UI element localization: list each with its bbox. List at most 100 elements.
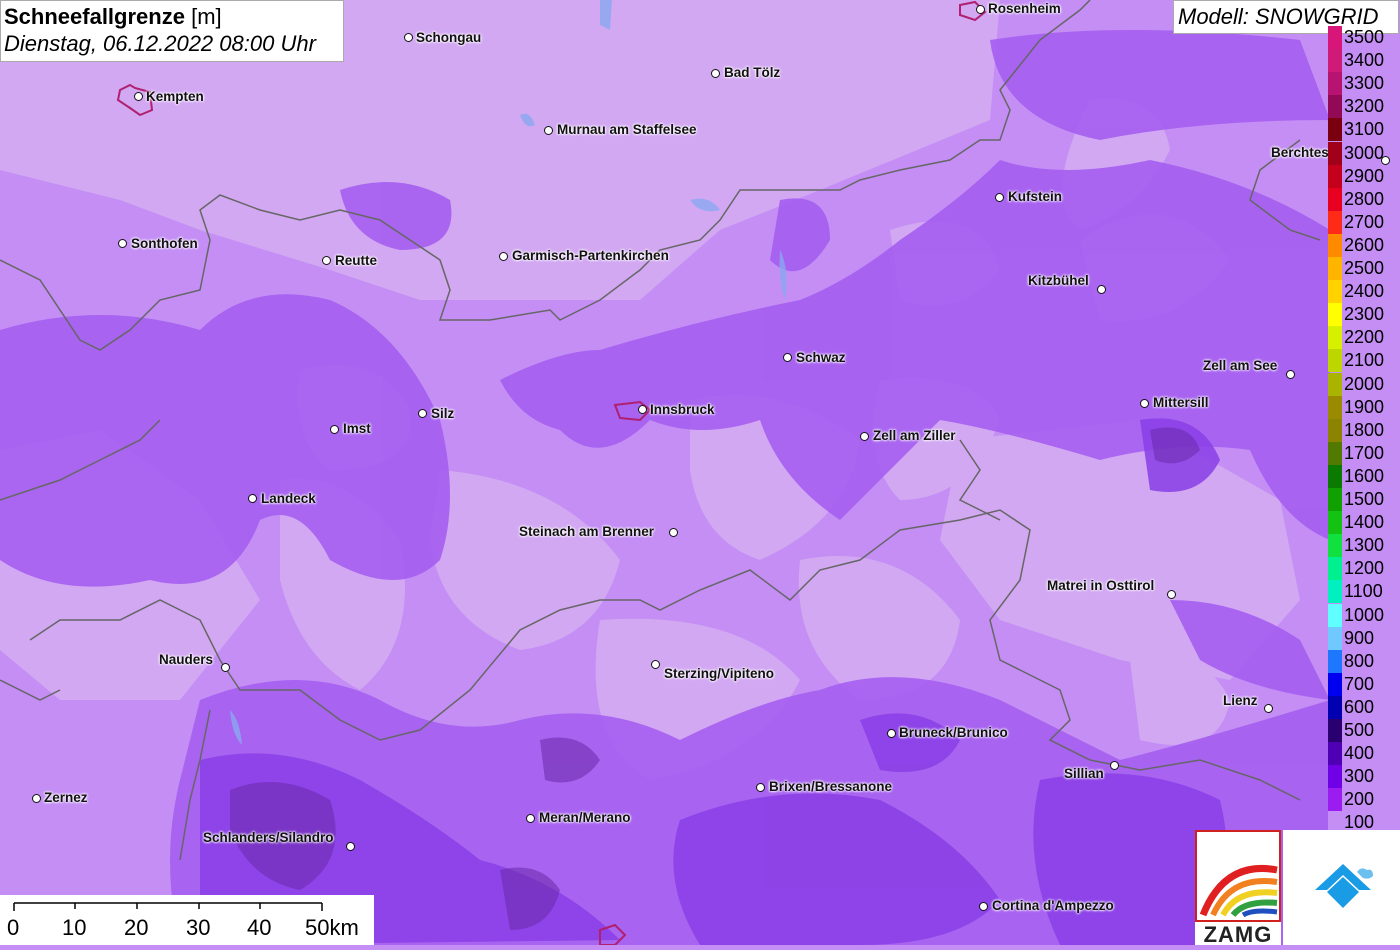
legend-entry: 1100 bbox=[1328, 580, 1400, 604]
city-label-brixen[interactable]: Brixen/Bressanone bbox=[769, 779, 892, 795]
city-label-berchtesgaden[interactable]: Berchtes bbox=[1271, 145, 1329, 161]
legend-label: 2700 bbox=[1344, 211, 1385, 232]
legend-swatch bbox=[1328, 233, 1342, 257]
legend-swatch bbox=[1328, 626, 1342, 650]
legend-swatch bbox=[1328, 395, 1342, 419]
legend-label: 3500 bbox=[1344, 27, 1385, 47]
legend-label: 2400 bbox=[1344, 281, 1385, 302]
legend-swatch bbox=[1328, 26, 1342, 49]
city-label-silz[interactable]: Silz bbox=[431, 406, 454, 422]
legend-swatch bbox=[1328, 534, 1342, 558]
map-datetime: Dienstag, 06.12.2022 08:00 Uhr bbox=[4, 31, 316, 56]
legend-entry: 2800 bbox=[1328, 187, 1400, 211]
legend-label: 1400 bbox=[1344, 512, 1385, 533]
city-label-steinach[interactable]: Steinach am Brenner bbox=[519, 524, 654, 540]
city-label-imst[interactable]: Imst bbox=[343, 421, 371, 437]
legend-swatch bbox=[1328, 488, 1342, 511]
city-marker bbox=[1140, 399, 1149, 408]
legend-entry: 400 bbox=[1328, 742, 1400, 766]
legend-label: 400 bbox=[1344, 743, 1375, 764]
legend-swatch bbox=[1328, 742, 1342, 766]
map-title: Schneefallgrenze [m] bbox=[4, 4, 343, 30]
city-label-landeck[interactable]: Landeck bbox=[261, 491, 316, 507]
city-label-mittersill[interactable]: Mittersill bbox=[1153, 395, 1209, 411]
legend-label: 1800 bbox=[1344, 419, 1385, 440]
legend-swatch bbox=[1328, 695, 1342, 719]
city-marker bbox=[995, 193, 1004, 202]
city-label-kempten[interactable]: Kempten bbox=[146, 89, 204, 105]
legend-label: 700 bbox=[1344, 673, 1375, 694]
legend-label: 3300 bbox=[1344, 73, 1385, 94]
city-marker bbox=[134, 92, 143, 101]
city-marker bbox=[404, 33, 413, 42]
city-label-cortina[interactable]: Cortina d'Ampezzo bbox=[992, 898, 1114, 914]
city-marker bbox=[979, 902, 988, 911]
map-title-box: Schneefallgrenze [m] Dienstag, 06.12.202… bbox=[0, 0, 344, 62]
legend-swatch bbox=[1328, 257, 1342, 280]
legend-entry: 900 bbox=[1328, 626, 1400, 650]
city-label-schongau[interactable]: Schongau bbox=[416, 30, 481, 46]
legend-entry: 1400 bbox=[1328, 511, 1400, 535]
city-label-zernez[interactable]: Zernez bbox=[44, 790, 88, 806]
legend-swatch bbox=[1328, 303, 1342, 327]
city-marker bbox=[526, 814, 535, 823]
city-marker bbox=[887, 729, 896, 738]
legend-entry: 3500 bbox=[1328, 26, 1400, 49]
legend-swatch bbox=[1328, 580, 1342, 604]
legend-entry: 2700 bbox=[1328, 210, 1400, 234]
legend-entry: 1900 bbox=[1328, 395, 1400, 419]
city-label-kufstein[interactable]: Kufstein bbox=[1008, 189, 1062, 205]
legend-swatch bbox=[1328, 164, 1342, 188]
legend-label: 2100 bbox=[1344, 350, 1385, 371]
city-label-sterzing[interactable]: Sterzing/Vipiteno bbox=[664, 666, 774, 682]
city-label-schwaz[interactable]: Schwaz bbox=[796, 350, 846, 366]
city-label-reutte[interactable]: Reutte bbox=[335, 253, 377, 269]
city-label-bruneck[interactable]: Bruneck/Brunico bbox=[899, 725, 1008, 741]
zamg-logo[interactable]: ZAMG bbox=[1195, 830, 1281, 947]
scale-tick-10: 10 bbox=[62, 915, 87, 940]
legend-label: 800 bbox=[1344, 650, 1375, 671]
partner-logo[interactable] bbox=[1283, 830, 1400, 945]
legend-label: 500 bbox=[1344, 720, 1375, 740]
legend-swatch bbox=[1328, 349, 1342, 373]
legend-swatch bbox=[1328, 511, 1342, 535]
city-marker bbox=[418, 409, 427, 418]
legend-entry: 800 bbox=[1328, 649, 1400, 673]
city-label-sillian[interactable]: Sillian bbox=[1064, 766, 1104, 782]
legend-swatch bbox=[1328, 603, 1342, 627]
city-label-schlanders[interactable]: Schlanders/Silandro bbox=[203, 830, 334, 846]
city-label-meran[interactable]: Meran/Merano bbox=[539, 810, 631, 826]
city-label-nauders[interactable]: Nauders bbox=[159, 652, 213, 668]
legend-swatch bbox=[1328, 372, 1342, 396]
legend-swatch bbox=[1328, 441, 1342, 465]
legend-label: 1900 bbox=[1344, 396, 1385, 417]
legend-entry: 1800 bbox=[1328, 418, 1400, 442]
legend-swatch bbox=[1328, 672, 1342, 696]
city-label-murnau[interactable]: Murnau am Staffelsee bbox=[557, 122, 697, 138]
legend-label: 1100 bbox=[1344, 581, 1383, 602]
city-label-lienz[interactable]: Lienz bbox=[1223, 693, 1258, 709]
city-label-bad-toelz[interactable]: Bad Tölz bbox=[724, 65, 780, 81]
legend-entry: 700 bbox=[1328, 672, 1400, 696]
legend-entry: 3000 bbox=[1328, 141, 1400, 165]
legend-label: 2300 bbox=[1344, 304, 1385, 325]
city-label-kitzbuehel[interactable]: Kitzbühel bbox=[1028, 273, 1089, 289]
city-marker bbox=[756, 783, 765, 792]
city-label-zell-am-see[interactable]: Zell am See bbox=[1203, 358, 1277, 374]
city-label-matrei[interactable]: Matrei in Osttirol bbox=[1047, 578, 1154, 594]
zamg-logo-text: ZAMG bbox=[1203, 922, 1273, 947]
city-label-innsbruck[interactable]: Innsbruck bbox=[650, 402, 715, 418]
legend-entry: 2600 bbox=[1328, 233, 1400, 257]
city-marker bbox=[118, 239, 127, 248]
city-marker bbox=[248, 494, 257, 503]
city-label-garmisch[interactable]: Garmisch-Partenkirchen bbox=[512, 248, 669, 264]
city-label-zell-am-ziller[interactable]: Zell am Ziller bbox=[873, 428, 956, 444]
city-label-sonthofen[interactable]: Sonthofen bbox=[131, 236, 198, 252]
legend-swatch bbox=[1328, 464, 1342, 488]
city-label-rosenheim[interactable]: Rosenheim bbox=[988, 1, 1061, 17]
legend-label: 1700 bbox=[1344, 442, 1385, 463]
snowline-map[interactable] bbox=[0, 0, 1400, 945]
city-marker bbox=[1286, 370, 1295, 379]
legend-entry: 300 bbox=[1328, 765, 1400, 789]
legend-label: 1200 bbox=[1344, 558, 1385, 579]
